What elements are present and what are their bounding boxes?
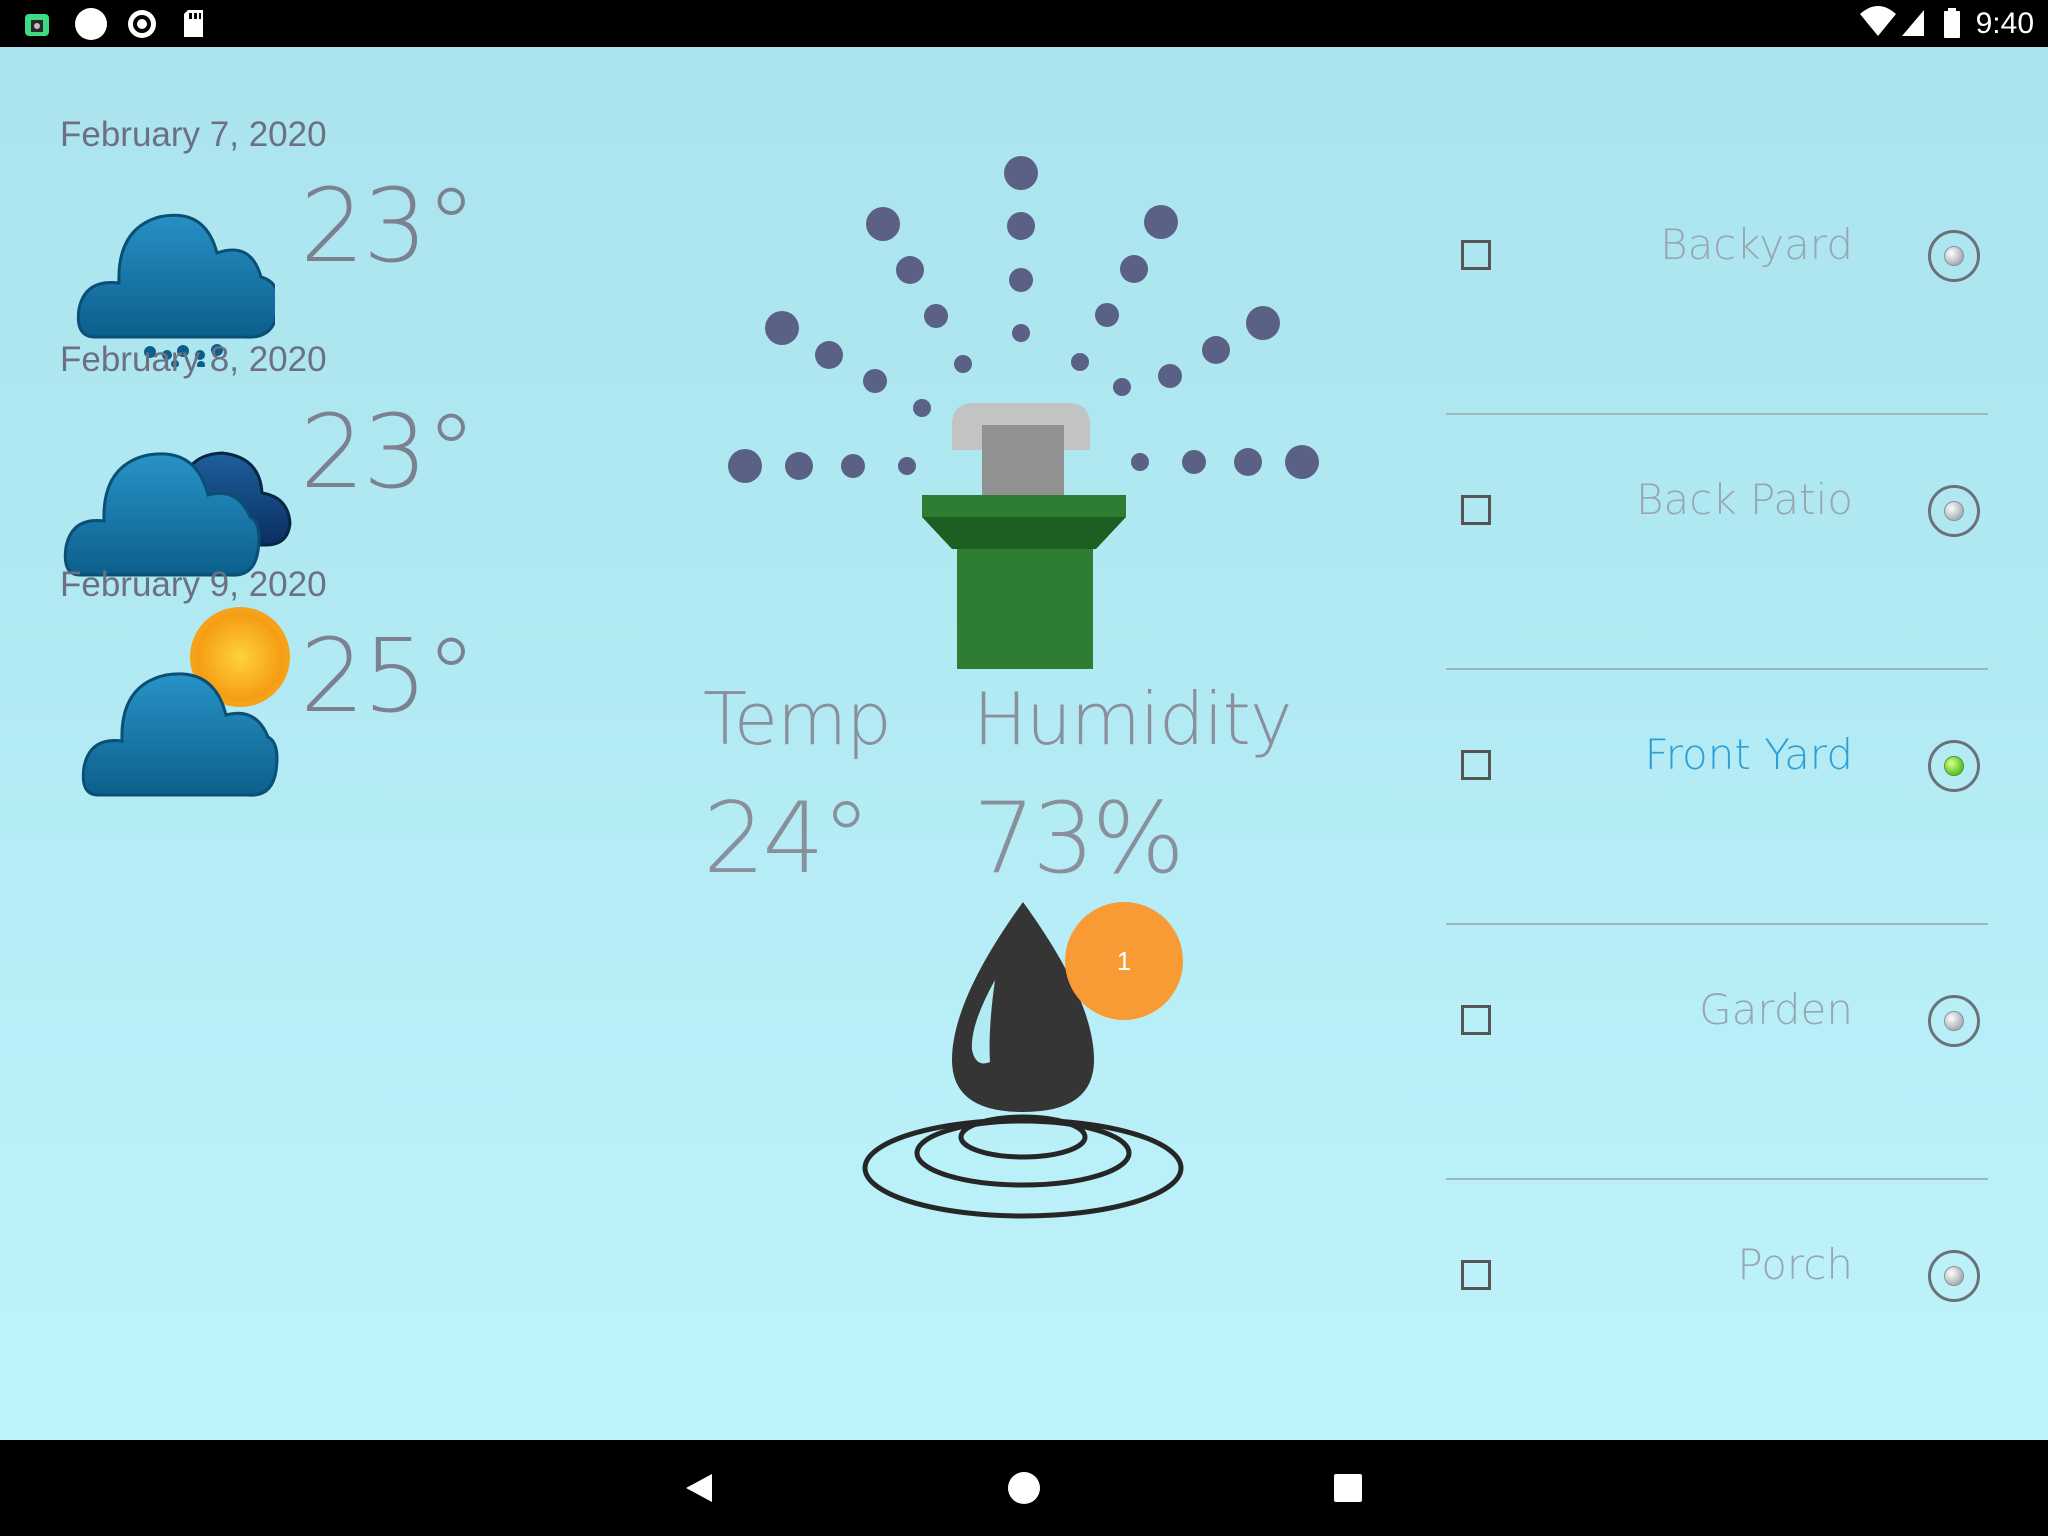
forecast-date: February 9, 2020 bbox=[60, 565, 327, 604]
radio-dot bbox=[1944, 756, 1964, 776]
radio-dot bbox=[1944, 1011, 1964, 1031]
record-icon bbox=[128, 10, 156, 38]
forecast-date: February 7, 2020 bbox=[60, 115, 327, 154]
zone-checkbox[interactable] bbox=[1461, 750, 1491, 780]
back-icon[interactable] bbox=[652, 1440, 748, 1536]
zone-row-porch[interactable]: Porch bbox=[1446, 1180, 1988, 1435]
zone-name: Porch bbox=[1737, 1240, 1853, 1289]
temp-label: Temp bbox=[703, 677, 892, 761]
zone-row-garden[interactable]: Garden bbox=[1446, 925, 1988, 1180]
circle-notification-icon bbox=[75, 8, 107, 40]
zone-checkbox[interactable] bbox=[1461, 1005, 1491, 1035]
notification-badge[interactable]: 1 bbox=[1065, 902, 1183, 1020]
zone-radio[interactable] bbox=[1928, 995, 1980, 1047]
cloudy-icon bbox=[63, 451, 292, 577]
zone-name: Garden bbox=[1699, 985, 1853, 1034]
zone-row-back-patio[interactable]: Back Patio bbox=[1446, 415, 1988, 670]
forecast-temp: 23° bbox=[300, 167, 477, 286]
battery-icon bbox=[1944, 8, 1960, 38]
zone-radio[interactable] bbox=[1928, 1250, 1980, 1302]
zone-row-backyard[interactable]: Backyard bbox=[1446, 160, 1988, 415]
partly-sunny-icon bbox=[81, 607, 290, 797]
zone-name: Backyard bbox=[1660, 220, 1853, 269]
clock: 9:40 bbox=[1975, 7, 2034, 40]
sprinkler-icon[interactable] bbox=[720, 107, 1320, 682]
zone-radio[interactable] bbox=[1928, 740, 1980, 792]
zone-name: Front Yard bbox=[1644, 730, 1853, 779]
status-bar: 9:40 bbox=[0, 0, 2048, 47]
zone-radio[interactable] bbox=[1928, 230, 1980, 282]
recents-icon[interactable] bbox=[1300, 1440, 1396, 1536]
main-screen: February 7, 2020 23° February 8, 2020 23… bbox=[0, 47, 2048, 1440]
forecast-temp: 23° bbox=[300, 393, 477, 512]
home-icon[interactable] bbox=[976, 1440, 1072, 1536]
signal-icon bbox=[1902, 10, 1924, 36]
temp-value: 24° bbox=[703, 782, 871, 896]
zone-name: Back Patio bbox=[1635, 475, 1853, 524]
radio-dot bbox=[1944, 246, 1964, 266]
humidity-label: Humidity bbox=[973, 677, 1292, 761]
radio-dot bbox=[1944, 1266, 1964, 1286]
rain-cloud-icon bbox=[76, 213, 275, 367]
radio-dot bbox=[1944, 501, 1964, 521]
navigation-bar bbox=[0, 1440, 2048, 1536]
zone-radio[interactable] bbox=[1928, 485, 1980, 537]
zone-checkbox[interactable] bbox=[1461, 1260, 1491, 1290]
android-icon bbox=[25, 14, 49, 36]
forecast-temp: 25° bbox=[300, 617, 477, 736]
sd-card-icon bbox=[184, 10, 203, 37]
forecast-date: February 8, 2020 bbox=[60, 340, 327, 379]
zone-row-front-yard[interactable]: Front Yard bbox=[1446, 670, 1988, 925]
zone-checkbox[interactable] bbox=[1461, 240, 1491, 270]
zone-checkbox[interactable] bbox=[1461, 495, 1491, 525]
wifi-icon bbox=[1860, 6, 1896, 36]
